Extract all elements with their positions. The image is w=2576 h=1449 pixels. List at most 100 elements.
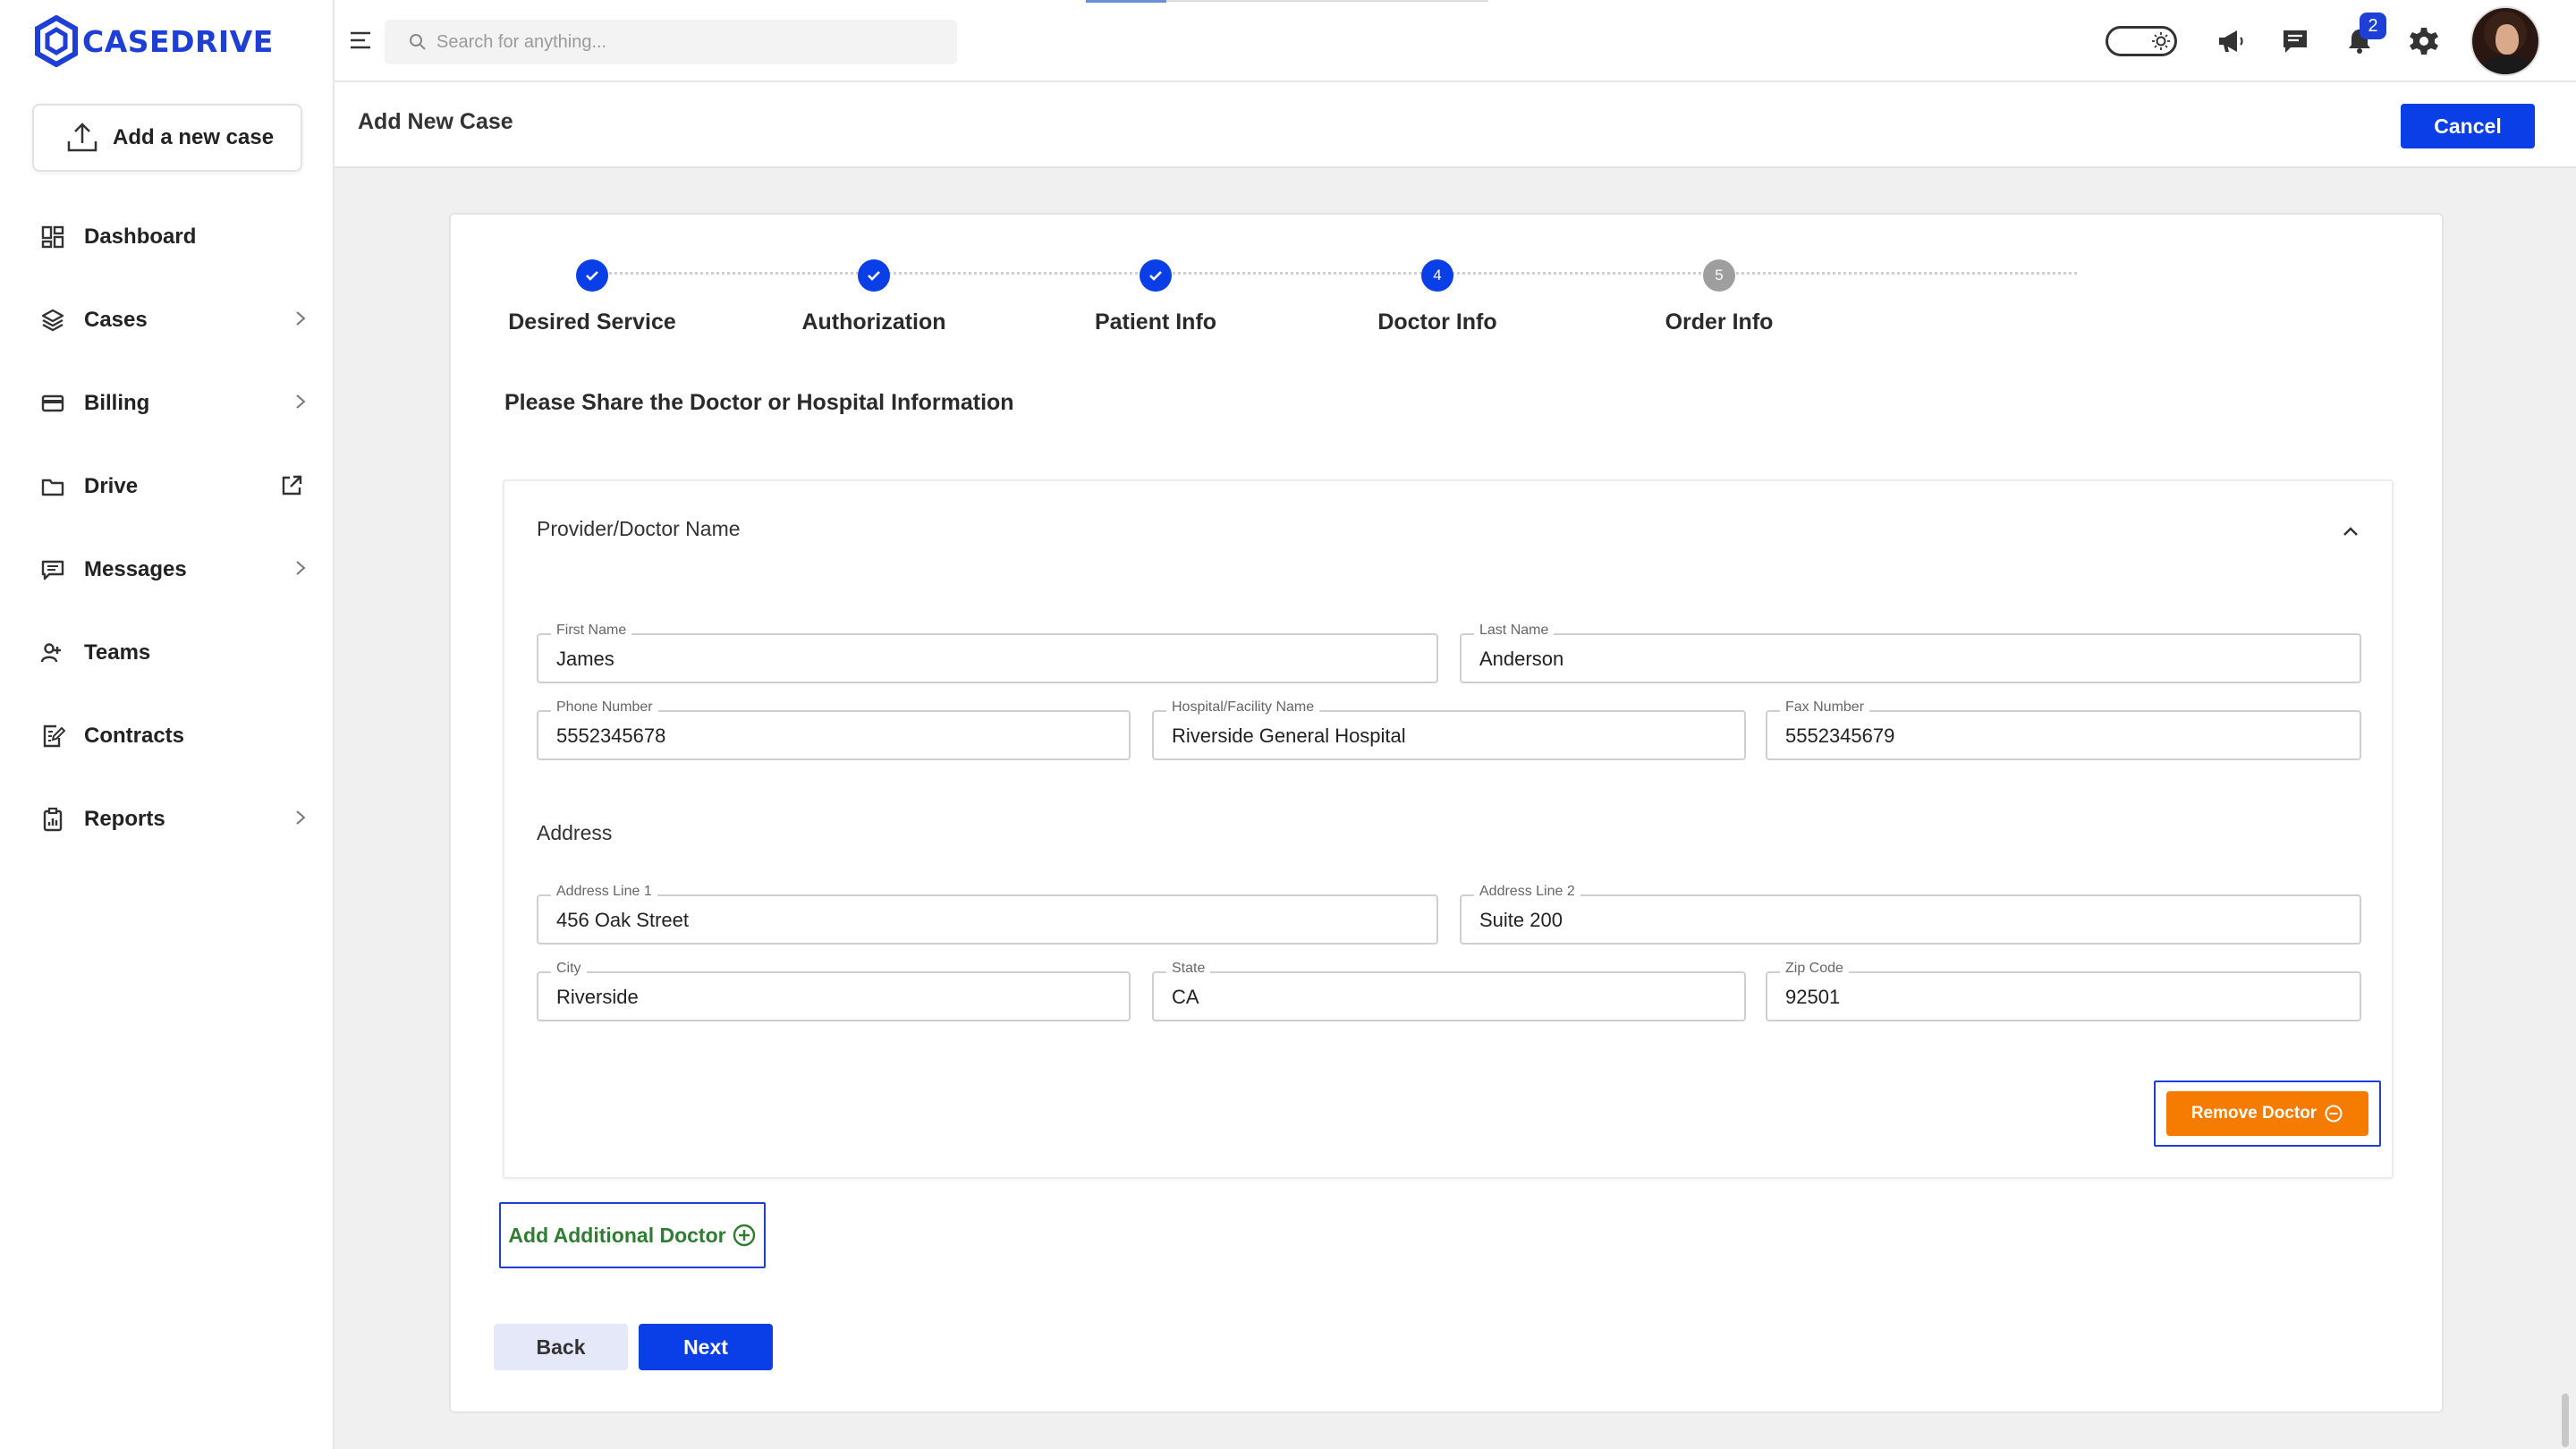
search-bar[interactable] — [385, 20, 957, 64]
last-name-field[interactable]: Last Name — [1460, 623, 2361, 683]
next-button[interactable]: Next — [639, 1324, 773, 1370]
add-case-card: Desired Service Authorization Patient In… — [449, 213, 2444, 1413]
add-additional-doctor-button[interactable]: Add Additional Doctor — [499, 1202, 766, 1268]
hexagon-logo-icon — [35, 15, 78, 67]
brand-logo[interactable]: CASEDRIVE — [34, 14, 274, 68]
field-label: State — [1166, 961, 1211, 977]
settings-button[interactable] — [2406, 23, 2442, 59]
step-order-info[interactable]: 5 Order Info — [1616, 259, 1822, 335]
phone-field[interactable]: Phone Number — [537, 699, 1131, 760]
sidebar-item-dashboard[interactable]: Dashboard — [0, 195, 333, 278]
step-label: Desired Service — [508, 309, 676, 335]
search-input[interactable] — [436, 31, 937, 53]
cancel-button[interactable]: Cancel — [2401, 104, 2535, 148]
city-input[interactable] — [556, 984, 1111, 1011]
phone-input[interactable] — [556, 723, 1111, 750]
chevron-up-icon[interactable] — [2340, 521, 2361, 542]
sidebar-item-billing[interactable]: Billing — [0, 361, 333, 445]
dashboard-icon — [39, 224, 66, 250]
sidebar-item-messages[interactable]: Messages — [0, 528, 333, 611]
first-name-field[interactable]: First Name — [537, 623, 1438, 683]
notification-badge: 2 — [2360, 13, 2386, 39]
top-bar: 2 — [335, 0, 2576, 82]
chevron-right-icon — [296, 311, 306, 326]
sidebar-item-label: Billing — [84, 390, 150, 415]
check-icon — [1149, 271, 1162, 281]
remove-doctor-button[interactable]: Remove Doctor — [2166, 1091, 2368, 1136]
page-scrollbar[interactable] — [2556, 168, 2576, 1449]
brand-name: CASEDRIVE — [82, 23, 274, 59]
address-line-1-input[interactable] — [556, 907, 1419, 934]
sidebar-item-reports[interactable]: Reports — [0, 777, 333, 860]
last-name-input[interactable] — [1479, 646, 2342, 673]
step-authorization[interactable]: Authorization — [771, 259, 977, 335]
state-field[interactable]: State — [1152, 961, 1746, 1021]
report-icon — [39, 806, 66, 833]
field-label: Phone Number — [551, 699, 658, 716]
upload-icon — [67, 123, 97, 152]
gear-icon — [2410, 28, 2438, 55]
state-input[interactable] — [1172, 984, 1726, 1011]
minus-circle-icon — [2325, 1105, 2343, 1123]
field-label: Fax Number — [1780, 699, 1870, 716]
credit-card-icon — [39, 390, 66, 417]
scrollbar-thumb[interactable] — [2562, 1394, 2569, 1447]
step-desired-service[interactable]: Desired Service — [489, 259, 695, 335]
fax-field[interactable]: Fax Number — [1766, 699, 2361, 760]
sun-icon — [2152, 32, 2170, 50]
layers-icon — [39, 307, 66, 334]
stepper: Desired Service Authorization Patient In… — [451, 259, 2442, 340]
avatar-body — [2483, 56, 2531, 74]
city-field[interactable]: City — [537, 961, 1131, 1021]
remove-doctor-label: Remove Doctor — [2190, 1104, 2318, 1123]
zip-field[interactable]: Zip Code — [1766, 961, 2361, 1021]
address-line-2-field[interactable]: Address Line 2 — [1460, 884, 2361, 945]
step-patient-info[interactable]: Patient Info — [1053, 259, 1258, 335]
chevron-right-icon — [296, 394, 306, 409]
theme-toggle[interactable] — [2106, 26, 2177, 56]
sidebar-item-teams[interactable]: Teams — [0, 611, 333, 694]
notifications-button[interactable]: 2 — [2342, 13, 2386, 59]
sidebar-item-label: Reports — [84, 806, 165, 831]
zip-input[interactable] — [1785, 984, 2342, 1011]
sidebar-item-contracts[interactable]: Contracts — [0, 694, 333, 777]
chat-button[interactable] — [2277, 23, 2313, 59]
chevron-right-icon — [296, 810, 306, 825]
hospital-field[interactable]: Hospital/Facility Name — [1152, 699, 1746, 760]
sidebar-item-label: Cases — [84, 307, 148, 332]
field-label: Zip Code — [1780, 961, 1849, 977]
field-label: Hospital/Facility Name — [1166, 699, 1320, 716]
field-label: Address Line 1 — [551, 884, 657, 900]
search-icon — [410, 34, 426, 50]
step-label: Patient Info — [1094, 309, 1217, 335]
user-avatar[interactable] — [2470, 6, 2540, 76]
field-label: Last Name — [1474, 623, 1555, 639]
page-header: Add New Case Cancel — [335, 82, 2576, 168]
hospital-input[interactable] — [1172, 723, 1726, 750]
sidebar-item-label: Teams — [84, 640, 151, 665]
sidebar-item-label: Drive — [84, 473, 139, 498]
fax-input[interactable] — [1785, 723, 2342, 750]
section-title: Please Share the Doctor or Hospital Info… — [504, 390, 1014, 415]
sidebar-item-label: Contracts — [84, 723, 185, 748]
external-link-icon[interactable] — [279, 473, 304, 498]
field-label: Address Line 2 — [1474, 884, 1580, 900]
address-line-2-input[interactable] — [1479, 907, 2342, 934]
check-icon — [868, 271, 880, 281]
add-new-case-button[interactable]: Add a new case — [32, 104, 302, 172]
back-button[interactable]: Back — [494, 1324, 628, 1370]
contract-icon — [39, 723, 66, 750]
message-icon — [39, 556, 66, 583]
address-line-1-field[interactable]: Address Line 1 — [537, 884, 1438, 945]
first-name-input[interactable] — [556, 646, 1419, 673]
step-doctor-info[interactable]: 4 Doctor Info — [1335, 259, 1540, 335]
sidebar-item-cases[interactable]: Cases — [0, 278, 333, 361]
top-actions: 2 — [2106, 6, 2540, 76]
announcements-button[interactable] — [2213, 23, 2249, 59]
doctor-panel: Provider/Doctor Name First Name Last Nam… — [503, 479, 2394, 1179]
loading-track — [1166, 0, 1488, 2]
sidebar-item-drive[interactable]: Drive — [0, 445, 333, 528]
step-done-dot — [858, 259, 890, 292]
step-number: 4 — [1421, 259, 1453, 292]
menu-icon[interactable] — [347, 27, 374, 54]
